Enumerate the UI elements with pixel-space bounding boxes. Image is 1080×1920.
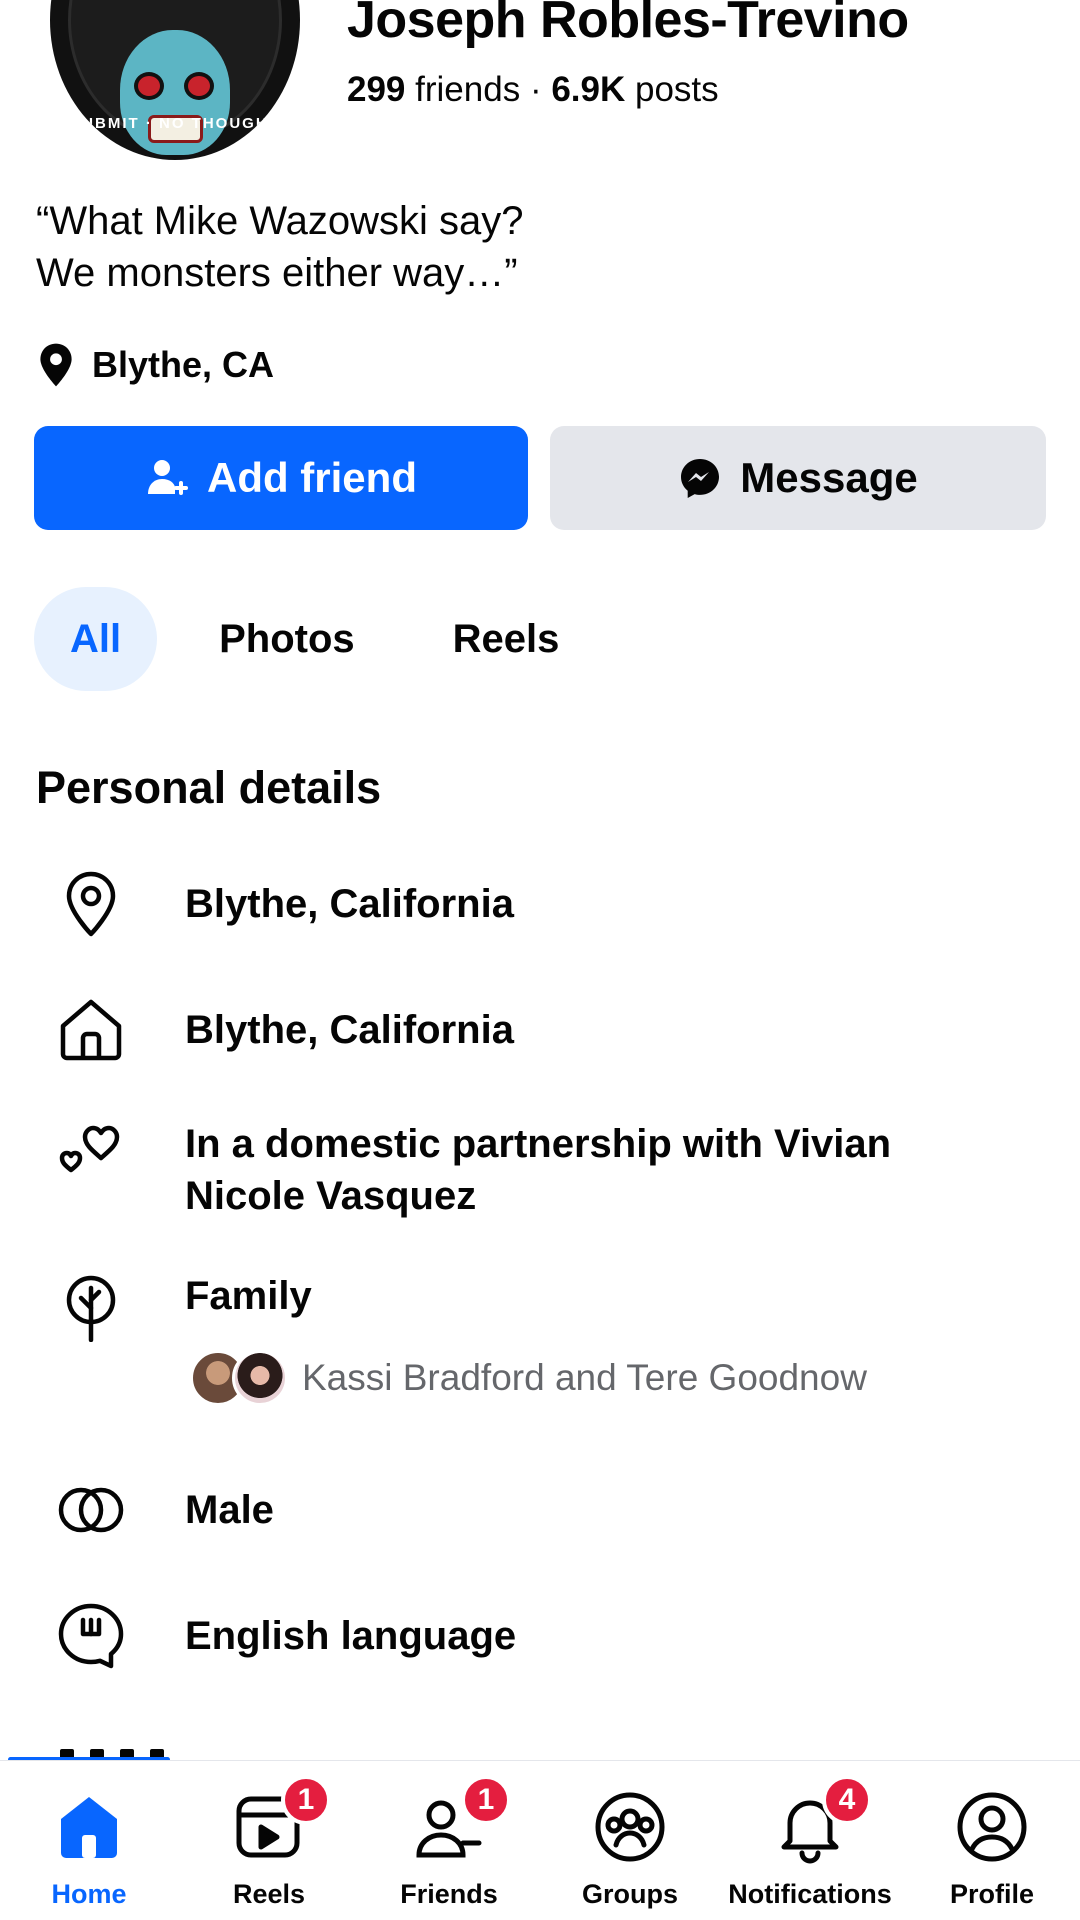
family-members-names[interactable]: Kassi Bradford and Tere Goodnow [302,1357,867,1399]
avatar-eye-left [134,72,164,100]
location-text: Blythe, CA [92,344,275,385]
bottom-nav: Home 1 Reels 1 Friends Groups 4 Notifica… [0,1760,1080,1920]
profile-avatar[interactable]: SUBMIT · NO THOUGHT [50,0,300,160]
message-label: Message [740,454,918,501]
hometown-text: Blythe, California [185,1008,514,1052]
groups-icon [592,1789,668,1865]
profile-stats: 299 friends · 6.9K posts [347,70,719,110]
bio-line-2: We monsters either way…” [36,251,518,295]
nav-friends[interactable]: 1 Friends [396,1761,511,1920]
avatar-eye-right [184,72,214,100]
location-pin-filled-icon [40,343,72,387]
profile-name: Joseph Robles-Trevino [347,0,909,49]
nav-groups[interactable]: Groups [578,1761,682,1920]
avatar-ring-text: SUBMIT · NO THOUGHT [70,115,280,132]
avatar-face [120,30,230,155]
messenger-icon [681,459,720,498]
add-person-icon [148,460,188,495]
nav-notifications-label: Notifications [728,1879,892,1909]
reels-badge: 1 [281,1775,331,1825]
add-friend-button[interactable]: Add friend [34,426,528,530]
hearts-icon [59,1125,120,1173]
family-members[interactable]: Kassi Bradford and Tere Goodnow [190,1348,867,1408]
home-icon [51,1789,127,1865]
bell-icon: 4 [772,1775,872,1865]
location-pin-icon [66,871,116,937]
relationship-line-1: In a domestic partnership with Vivian [185,1122,892,1166]
language-bubble-icon [58,1603,124,1669]
friends-icon: 1 [411,1775,511,1865]
nav-friends-label: Friends [400,1879,498,1909]
profile-tabs: All Photos Reels [34,587,595,691]
reels-icon: 1 [231,1775,331,1865]
stats-separator: · [529,70,542,109]
nav-notifications[interactable]: 4 Notifications [724,1761,896,1920]
personal-details-title: Personal details [36,762,382,813]
gender-text: Male [185,1488,274,1532]
nav-profile-label: Profile [949,1879,1035,1909]
nav-home[interactable]: Home [38,1761,140,1920]
tab-all[interactable]: All [34,587,158,691]
friends-badge: 1 [461,1775,511,1825]
friends-count[interactable]: 299 [347,70,405,109]
profile-bio: “What Mike Wazowski say? We monsters eit… [36,195,524,299]
intro-location: Blythe, CA [36,340,274,390]
tab-photos[interactable]: Photos [183,587,391,691]
nav-reels-label: Reels [232,1879,306,1909]
nav-groups-label: Groups [581,1879,678,1909]
gender-rings-icon [58,1487,124,1533]
bio-line-1: “What Mike Wazowski say? [36,199,524,243]
add-friend-label: Add friend [207,454,417,501]
relationship-line-2[interactable]: Nicole Vasquez [185,1170,891,1222]
message-button[interactable]: Message [550,426,1046,530]
language-text: English language [185,1614,517,1658]
current-city-text: Blythe, California [185,882,514,926]
family-avatar-tere[interactable] [232,1350,288,1406]
posts-count: 6.9K [551,70,626,109]
nav-home-label: Home [51,1879,127,1909]
profile-icon [954,1789,1030,1865]
posts-label: posts [635,70,719,109]
home-outline-icon [60,999,122,1061]
family-tree-icon [66,1275,116,1342]
nav-reels[interactable]: 1 Reels [226,1761,331,1920]
relationship-text: In a domestic partnership with Vivian Ni… [185,1118,891,1222]
family-label: Family [185,1274,312,1318]
notifications-badge: 4 [822,1775,872,1825]
profile-header: SUBMIT · NO THOUGHT Joseph Robles-Trevin… [0,0,1080,170]
friends-label[interactable]: friends [415,70,520,109]
nav-profile[interactable]: Profile [944,1761,1040,1920]
tab-reels[interactable]: Reels [417,587,596,691]
